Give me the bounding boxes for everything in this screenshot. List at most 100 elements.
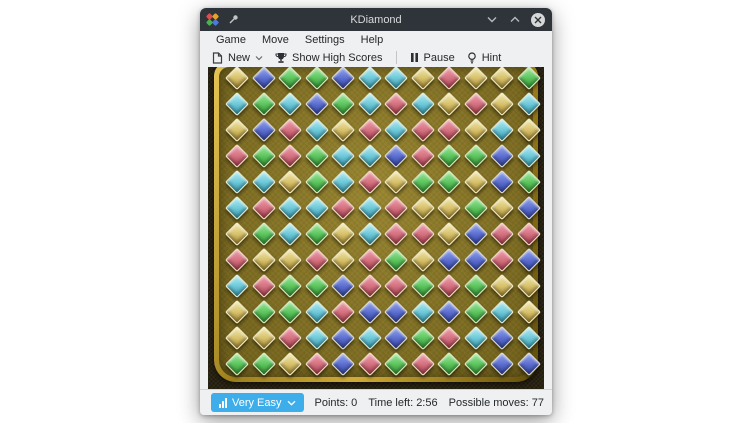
gem-blue[interactable] (384, 144, 408, 168)
gem-yellow[interactable] (490, 196, 514, 220)
gem-green[interactable] (251, 92, 275, 116)
gem-cyan[interactable] (278, 92, 302, 116)
pin-icon[interactable] (227, 13, 240, 26)
gem-blue[interactable] (463, 248, 487, 272)
gem-yellow[interactable] (437, 196, 461, 220)
gem-green[interactable] (463, 274, 487, 298)
gem-green[interactable] (463, 300, 487, 324)
gem-red[interactable] (410, 352, 434, 376)
gem-yellow[interactable] (516, 300, 540, 324)
gem-yellow[interactable] (331, 118, 355, 142)
gem-green[interactable] (278, 67, 302, 90)
gem-red[interactable] (410, 118, 434, 142)
gem-yellow[interactable] (331, 222, 355, 246)
gem-cyan[interactable] (410, 300, 434, 324)
gem-cyan[interactable] (463, 326, 487, 350)
gem-green[interactable] (304, 222, 328, 246)
gem-red[interactable] (516, 222, 540, 246)
gem-red[interactable] (225, 144, 249, 168)
gem-yellow[interactable] (225, 118, 249, 142)
gem-green[interactable] (304, 274, 328, 298)
gem-green[interactable] (437, 144, 461, 168)
gem-green[interactable] (437, 352, 461, 376)
gem-red[interactable] (437, 274, 461, 298)
gem-red[interactable] (463, 92, 487, 116)
gem-cyan[interactable] (225, 274, 249, 298)
gem-yellow[interactable] (331, 248, 355, 272)
gem-blue[interactable] (516, 352, 540, 376)
gem-cyan[interactable] (357, 144, 381, 168)
gem-cyan[interactable] (490, 300, 514, 324)
gem-red[interactable] (384, 222, 408, 246)
gem-blue[interactable] (490, 352, 514, 376)
gem-red[interactable] (331, 196, 355, 220)
gem-cyan[interactable] (304, 118, 328, 142)
gem-cyan[interactable] (225, 196, 249, 220)
gem-cyan[interactable] (304, 196, 328, 220)
gem-yellow[interactable] (410, 196, 434, 220)
gem-blue[interactable] (384, 326, 408, 350)
gem-red[interactable] (410, 144, 434, 168)
gem-green[interactable] (410, 274, 434, 298)
gem-yellow[interactable] (463, 170, 487, 194)
gem-blue[interactable] (437, 248, 461, 272)
gem-red[interactable] (304, 352, 328, 376)
gem-green[interactable] (384, 352, 408, 376)
gem-cyan[interactable] (384, 118, 408, 142)
gem-green[interactable] (384, 248, 408, 272)
gem-red[interactable] (437, 326, 461, 350)
gem-yellow[interactable] (463, 67, 487, 90)
gem-cyan[interactable] (331, 144, 355, 168)
gem-blue[interactable] (437, 300, 461, 324)
gem-cyan[interactable] (490, 118, 514, 142)
gem-cyan[interactable] (331, 170, 355, 194)
gem-red[interactable] (331, 300, 355, 324)
gem-cyan[interactable] (357, 67, 381, 90)
gem-blue[interactable] (463, 222, 487, 246)
gem-red[interactable] (357, 248, 381, 272)
gem-blue[interactable] (304, 92, 328, 116)
gem-cyan[interactable] (357, 196, 381, 220)
gem-green[interactable] (304, 170, 328, 194)
gem-yellow[interactable] (490, 67, 514, 90)
gem-green[interactable] (304, 67, 328, 90)
gem-red[interactable] (490, 248, 514, 272)
gem-yellow[interactable] (516, 274, 540, 298)
gem-blue[interactable] (384, 300, 408, 324)
gem-green[interactable] (410, 326, 434, 350)
gem-cyan[interactable] (304, 326, 328, 350)
pause-button[interactable]: Pause (404, 51, 461, 65)
gem-red[interactable] (490, 222, 514, 246)
gem-cyan[interactable] (357, 222, 381, 246)
gem-yellow[interactable] (437, 92, 461, 116)
gem-red[interactable] (357, 118, 381, 142)
gem-red[interactable] (437, 118, 461, 142)
gem-blue[interactable] (331, 67, 355, 90)
gem-green[interactable] (463, 144, 487, 168)
gem-red[interactable] (384, 196, 408, 220)
gem-green[interactable] (463, 196, 487, 220)
gem-blue[interactable] (251, 118, 275, 142)
gem-cyan[interactable] (516, 92, 540, 116)
gem-cyan[interactable] (225, 92, 249, 116)
gem-red[interactable] (251, 196, 275, 220)
gem-red[interactable] (278, 118, 302, 142)
gem-cyan[interactable] (278, 222, 302, 246)
gem-red[interactable] (357, 170, 381, 194)
gem-cyan[interactable] (225, 170, 249, 194)
gem-yellow[interactable] (225, 300, 249, 324)
gem-red[interactable] (278, 326, 302, 350)
gem-red[interactable] (251, 274, 275, 298)
gem-yellow[interactable] (225, 326, 249, 350)
gem-yellow[interactable] (251, 326, 275, 350)
gem-cyan[interactable] (251, 170, 275, 194)
gem-green[interactable] (516, 170, 540, 194)
gem-green[interactable] (410, 170, 434, 194)
menu-help[interactable]: Help (353, 33, 392, 47)
gem-red[interactable] (384, 92, 408, 116)
gem-green[interactable] (278, 274, 302, 298)
gem-blue[interactable] (490, 144, 514, 168)
close-icon[interactable] (531, 13, 545, 27)
gem-green[interactable] (251, 352, 275, 376)
difficulty-selector[interactable]: Very Easy (211, 393, 304, 412)
